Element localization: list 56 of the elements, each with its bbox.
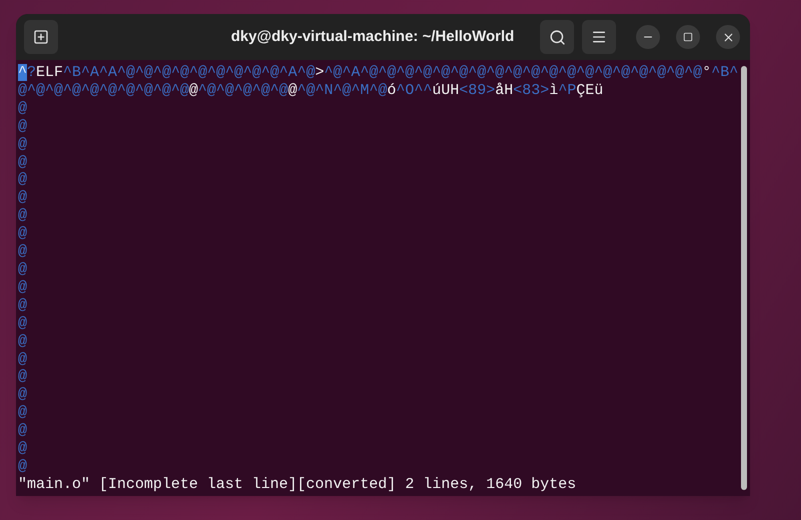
empty-line-marker: @ xyxy=(18,422,28,440)
search-icon xyxy=(548,28,566,46)
search-button[interactable] xyxy=(540,20,574,54)
control-characters: <83> xyxy=(513,82,550,99)
empty-line-marker: @ xyxy=(18,154,28,171)
control-characters: ^@^A^@^@^@^@^@^@^@^@^@^@^@^@^@^@^@^@^@^@^@ xyxy=(324,64,702,81)
binary-text: úUH xyxy=(432,82,460,99)
scrollbar[interactable] xyxy=(741,66,748,490)
close-button[interactable] xyxy=(716,25,740,49)
menu-button[interactable] xyxy=(582,20,616,54)
control-characters: ^B^ xyxy=(711,64,738,81)
empty-line-marker: @ xyxy=(18,296,28,314)
maximize-icon xyxy=(683,32,693,42)
empty-line-marker: @ xyxy=(18,207,28,224)
control-characters: ^P xyxy=(558,82,576,99)
empty-line-marker: @ xyxy=(18,171,28,188)
empty-line-marker: @ xyxy=(18,100,28,117)
close-icon xyxy=(722,30,734,44)
empty-line-marker: @ xyxy=(18,136,28,153)
empty-line-marker: @ xyxy=(18,458,28,475)
control-characters: @^@^@^@^@^@^@^@^@^@ xyxy=(18,82,190,99)
empty-line-marker: @ xyxy=(18,260,28,278)
empty-line-marker: @ xyxy=(18,350,28,368)
control-characters: ^B^A^A^@^@^@^@^@^@^@^@^@^A^@ xyxy=(63,64,316,81)
empty-line-marker: @ xyxy=(18,243,28,260)
binary-text: ì xyxy=(549,82,558,99)
binary-text: ó xyxy=(387,82,396,99)
control-characters: ^@^@^@^@^@ xyxy=(198,82,288,99)
empty-line-marker: @ xyxy=(18,404,28,422)
empty-line-marker: @ xyxy=(18,278,28,296)
empty-line-marker: @ xyxy=(18,332,28,350)
empty-line-marker: @ xyxy=(18,118,28,135)
status-line: "main.o" [Incomplete last line][converted] 2 lines, 1640 bytes xyxy=(18,476,576,493)
control-characters: ^@^N^@^M^@ xyxy=(297,82,388,99)
binary-text: @ xyxy=(189,82,198,99)
empty-line-marker: @ xyxy=(18,368,28,386)
binary-text: åH xyxy=(495,82,514,99)
empty-line-marker: @ xyxy=(18,386,28,404)
new-tab-button[interactable] xyxy=(24,20,58,54)
control-characters: ? xyxy=(27,64,36,81)
new-tab-icon xyxy=(33,29,49,45)
cursor: ^ xyxy=(18,64,28,81)
empty-line-marker: @ xyxy=(18,440,28,458)
binary-text: ° xyxy=(702,64,712,81)
window-title: dky@dky-virtual-machine: ~/HelloWorld xyxy=(231,26,514,47)
control-characters: ^O^^ xyxy=(396,82,432,99)
empty-line-marker: @ xyxy=(18,189,28,206)
binary-text: @ xyxy=(288,82,298,99)
control-characters: <89> xyxy=(459,82,496,99)
binary-text: > xyxy=(315,64,324,81)
maximize-button[interactable] xyxy=(676,25,700,49)
empty-line-marker: @ xyxy=(18,314,28,332)
empty-line-marker: @ xyxy=(18,225,28,242)
binary-text: ÇEü xyxy=(576,82,604,99)
menu-icon xyxy=(591,29,607,45)
binary-text: ELF xyxy=(36,64,64,81)
